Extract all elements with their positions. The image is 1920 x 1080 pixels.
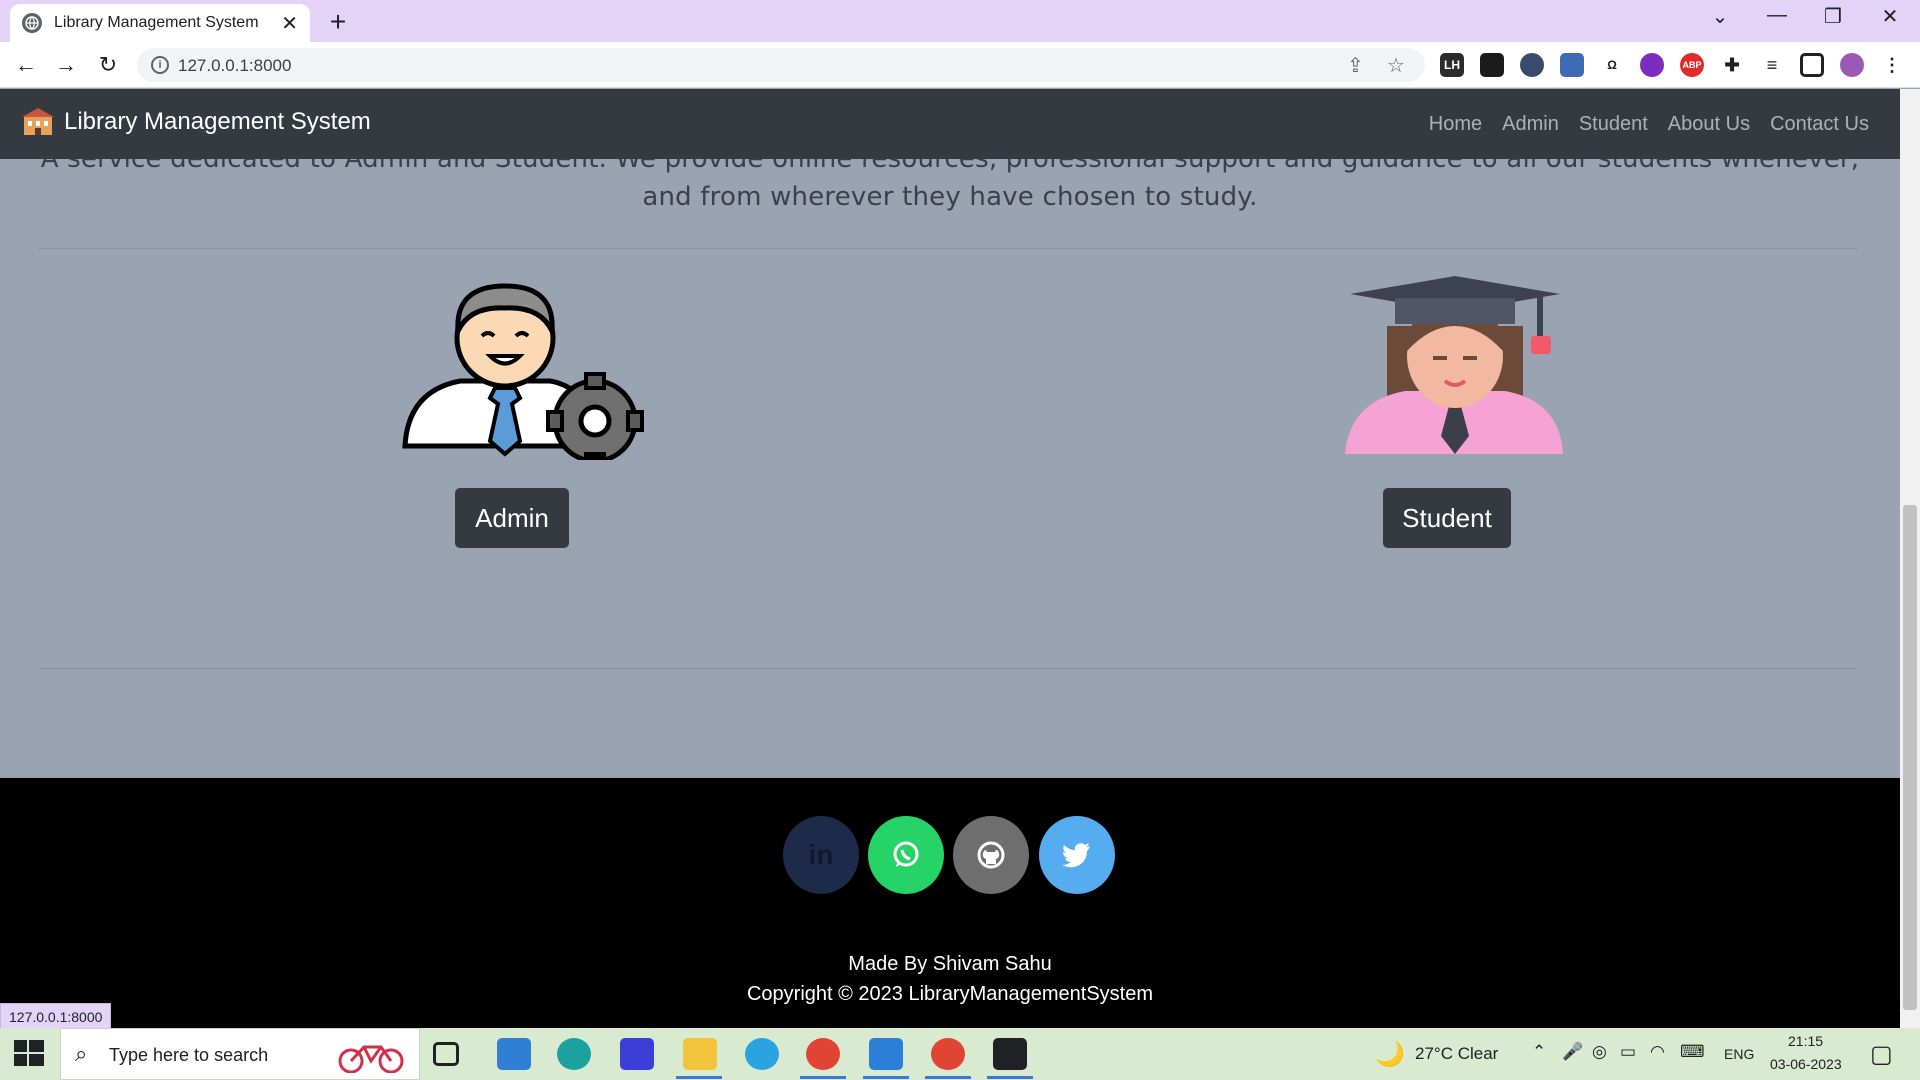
- active-indicator: [800, 1076, 846, 1079]
- bicycle-icon: [338, 1045, 404, 1073]
- github-button[interactable]: [953, 816, 1029, 894]
- clock-date[interactable]: 03-06-2023: [1770, 1056, 1842, 1072]
- back-button[interactable]: ←: [10, 50, 42, 80]
- extension-omega-icon[interactable]: Ω: [1600, 53, 1624, 77]
- share-icon[interactable]: ⇪: [1347, 53, 1364, 78]
- microphone-icon[interactable]: 🎤: [1562, 1042, 1583, 1062]
- admin-button[interactable]: Admin: [455, 488, 569, 548]
- chrome-profile-icon[interactable]: [931, 1038, 965, 1070]
- extensions-puzzle-icon[interactable]: ✚: [1720, 53, 1744, 77]
- link-status-bubble: 127.0.0.1:8000: [0, 1003, 112, 1031]
- search-icon: ⌕: [75, 1041, 88, 1066]
- scrollbar-thumb[interactable]: [1903, 505, 1917, 1010]
- profile-avatar[interactable]: [1840, 53, 1864, 77]
- tab-title: Library Management System: [54, 14, 259, 31]
- nav-link-about[interactable]: About Us: [1668, 113, 1750, 136]
- active-indicator: [987, 1076, 1033, 1079]
- active-indicator: [925, 1076, 971, 1079]
- active-indicator: [676, 1076, 722, 1079]
- keyboard-icon[interactable]: ⌨: [1680, 1042, 1705, 1062]
- minimize-button[interactable]: —: [1757, 4, 1797, 27]
- whatsapp-button[interactable]: [868, 816, 944, 894]
- footer-copyright: Copyright © 2023 LibraryManagementSystem: [746, 983, 1154, 1005]
- powerautomate-icon[interactable]: [620, 1038, 654, 1070]
- github-icon: [977, 841, 1005, 869]
- site-info-icon[interactable]: i: [151, 56, 169, 74]
- extension-adblock-icon[interactable]: ABP: [1680, 53, 1704, 77]
- nav-links: Home Admin Student About Us Contact Us: [1429, 113, 1869, 136]
- address-bar[interactable]: i 127.0.0.1:8000 ⇪ ☆: [137, 48, 1425, 82]
- forward-button[interactable]: →: [50, 50, 82, 80]
- extension-cursor-icon[interactable]: [1520, 53, 1544, 77]
- media-queue-icon[interactable]: ≡: [1760, 53, 1784, 77]
- taskbar-search[interactable]: ⌕ Type here to search: [60, 1028, 420, 1080]
- nav-link-admin[interactable]: Admin: [1502, 113, 1559, 136]
- student-button[interactable]: Student: [1383, 488, 1511, 548]
- file-explorer-icon[interactable]: [683, 1038, 717, 1070]
- wifi-icon[interactable]: ◠: [1650, 1042, 1665, 1062]
- windows-start-icon[interactable]: [14, 1040, 44, 1068]
- language-indicator[interactable]: ENG: [1724, 1046, 1754, 1062]
- site-navbar: Library Management System Home Admin Stu…: [0, 89, 1920, 159]
- nav-link-student[interactable]: Student: [1579, 113, 1648, 136]
- close-tab-icon[interactable]: ✕: [281, 11, 298, 36]
- browser-tab-strip: Library Management System ✕ + ⌄ — ❐ ✕: [0, 0, 1920, 42]
- student-avatar-illustration: [1345, 276, 1563, 454]
- new-tab-button[interactable]: +: [322, 6, 354, 38]
- reload-button[interactable]: ↻: [92, 50, 124, 80]
- windows-taskbar: ⌕ Type here to search 🌙 27°C Clear ⌃ 🎤 ◎…: [0, 1028, 1920, 1080]
- twitter-icon: [1062, 843, 1090, 868]
- clock-time[interactable]: 21:15: [1788, 1033, 1823, 1049]
- library-building-icon: [22, 108, 54, 135]
- tab-search-icon[interactable]: ⌄: [1700, 4, 1740, 29]
- extension-cards-icon[interactable]: [1480, 53, 1504, 77]
- side-panel-icon[interactable]: [1800, 53, 1824, 77]
- nav-link-contact[interactable]: Contact Us: [1770, 113, 1869, 136]
- linkedin-icon: in: [808, 839, 834, 870]
- twitter-button[interactable]: [1039, 816, 1115, 894]
- notification-icon[interactable]: ▢: [1870, 1040, 1893, 1069]
- extension-lighthouse-icon[interactable]: LH: [1440, 53, 1464, 77]
- extension-window-icon[interactable]: [1560, 53, 1584, 77]
- telegram-icon[interactable]: [745, 1038, 779, 1070]
- edge-browser-icon[interactable]: [557, 1038, 591, 1070]
- task-view-icon[interactable]: [433, 1042, 459, 1066]
- tray-chevron-icon[interactable]: ⌃: [1532, 1042, 1546, 1062]
- extension-darkmode-icon[interactable]: [1640, 53, 1664, 77]
- close-window-button[interactable]: ✕: [1870, 4, 1910, 29]
- terminal-icon[interactable]: [993, 1038, 1027, 1070]
- restore-button[interactable]: ❐: [1813, 4, 1853, 29]
- divider: [38, 668, 1858, 669]
- linkedin-button[interactable]: in: [783, 816, 859, 894]
- weather-text[interactable]: 27°C Clear: [1415, 1044, 1498, 1064]
- active-indicator: [863, 1076, 909, 1079]
- hero-tagline: A service dedicated to Admin and Student…: [40, 159, 1860, 212]
- url-text[interactable]: 127.0.0.1:8000: [178, 56, 291, 76]
- whatsapp-icon: [893, 841, 919, 867]
- brand-title: Library Management System: [64, 108, 371, 135]
- bookmark-star-icon[interactable]: ☆: [1387, 53, 1405, 78]
- moon-weather-icon: 🌙: [1375, 1041, 1405, 1068]
- browser-tab[interactable]: Library Management System ✕: [10, 4, 310, 42]
- battery-icon[interactable]: ▭: [1620, 1042, 1636, 1062]
- globe-icon: [22, 13, 42, 33]
- nav-link-home[interactable]: Home: [1429, 113, 1482, 136]
- browser-toolbar: ← → ↻ i 127.0.0.1:8000 ⇪ ☆ LH Ω ABP ✚ ≡ …: [0, 42, 1920, 88]
- meet-icon[interactable]: ◎: [1592, 1042, 1607, 1062]
- chrome-icon[interactable]: [806, 1038, 840, 1070]
- divider: [38, 248, 1858, 249]
- browser-menu-icon[interactable]: ⋮: [1880, 53, 1904, 77]
- vscode-icon[interactable]: [869, 1038, 903, 1070]
- navbar-brand[interactable]: Library Management System: [22, 107, 371, 137]
- main-content: A service dedicated to Admin and Student…: [0, 159, 1900, 778]
- footer-made-by: Made By Shivam Sahu: [848, 953, 1052, 975]
- search-placeholder: Type here to search: [109, 1045, 269, 1065]
- admin-avatar-illustration: [402, 283, 644, 460]
- mail-app-icon[interactable]: [497, 1038, 531, 1070]
